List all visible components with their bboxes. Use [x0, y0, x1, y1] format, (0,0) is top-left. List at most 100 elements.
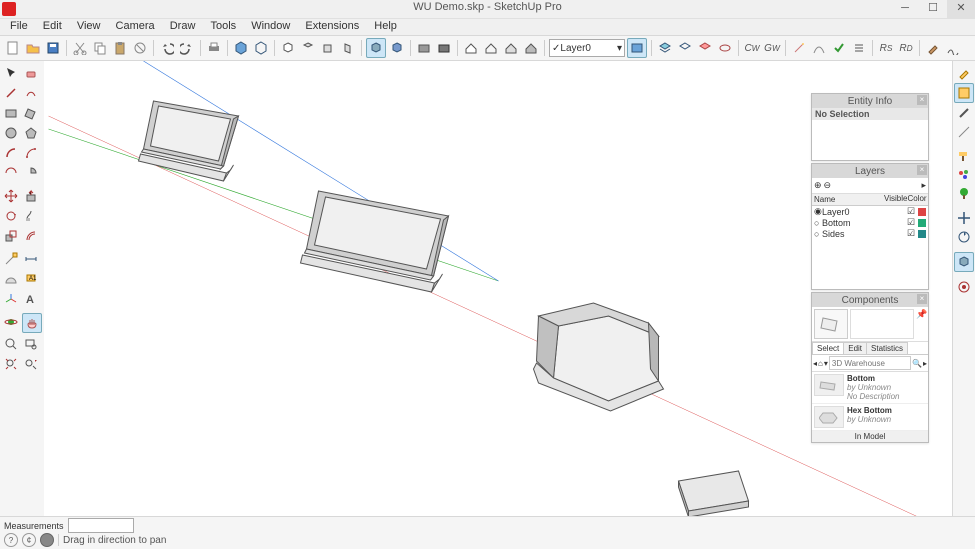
tape-icon[interactable]	[2, 250, 20, 268]
line-icon[interactable]	[2, 84, 20, 102]
layers3-icon[interactable]	[696, 39, 714, 57]
cube-icon[interactable]	[954, 252, 974, 272]
house4-icon[interactable]	[522, 39, 540, 57]
pencil-alt-icon[interactable]	[955, 64, 973, 82]
followme-icon[interactable]	[22, 207, 40, 225]
print-icon[interactable]	[205, 39, 223, 57]
rotate-alt-icon[interactable]	[955, 228, 973, 246]
dimension-icon[interactable]	[22, 250, 40, 268]
menu-draw[interactable]: Draw	[164, 19, 202, 33]
component-item[interactable]: Bottomby UnknownNo Description	[812, 372, 928, 404]
rd-icon[interactable]: RD	[897, 39, 915, 57]
redo-icon[interactable]	[178, 39, 196, 57]
right-icon[interactable]	[339, 39, 357, 57]
user-icon[interactable]	[40, 533, 54, 547]
front-icon[interactable]	[319, 39, 337, 57]
layers-col-color[interactable]: Color	[906, 194, 928, 205]
undo-icon[interactable]	[158, 39, 176, 57]
component-icon[interactable]	[415, 39, 433, 57]
layers-close-icon[interactable]: ×	[917, 165, 927, 175]
text-icon[interactable]: A1	[22, 270, 40, 288]
scale-icon[interactable]	[2, 227, 20, 245]
components-close-icon[interactable]: ×	[917, 294, 927, 304]
iso-icon[interactable]	[279, 39, 297, 57]
check-icon[interactable]	[830, 39, 848, 57]
search-input[interactable]	[829, 356, 911, 370]
house3-icon[interactable]	[502, 39, 520, 57]
shaded-icon[interactable]	[366, 38, 386, 58]
menu-file[interactable]: File	[4, 19, 34, 33]
rotated-rect-icon[interactable]	[22, 104, 40, 122]
menu-edit[interactable]: Edit	[37, 19, 68, 33]
menu-camera[interactable]: Camera	[110, 19, 161, 33]
arc3-icon[interactable]	[2, 164, 20, 182]
axes-icon[interactable]	[2, 290, 20, 308]
layers-col-visible[interactable]: Visible	[884, 194, 906, 205]
previous-icon[interactable]	[22, 355, 40, 373]
layer-row[interactable]: ○Bottom☑	[812, 217, 928, 228]
house1-icon[interactable]	[462, 39, 480, 57]
zoom-window-icon[interactable]	[22, 335, 40, 353]
menu-view[interactable]: View	[71, 19, 107, 33]
tab-select[interactable]: Select	[812, 342, 844, 354]
search-icon[interactable]: 🔍	[912, 359, 922, 368]
search-menu-icon[interactable]: ▸	[923, 359, 927, 368]
tab-statistics[interactable]: Statistics	[866, 342, 908, 354]
sketch-icon[interactable]	[944, 39, 962, 57]
shaded-tex-icon[interactable]	[388, 39, 406, 57]
copy-icon[interactable]	[91, 39, 109, 57]
layer-manager-icon[interactable]	[627, 38, 647, 58]
tab-edit[interactable]: Edit	[843, 342, 867, 354]
layers2-icon[interactable]	[676, 39, 694, 57]
menu-help[interactable]: Help	[368, 19, 403, 33]
entity-info-close-icon[interactable]: ×	[917, 95, 927, 105]
orbit-icon[interactable]	[2, 313, 20, 331]
layers4-icon[interactable]	[716, 39, 734, 57]
open-icon[interactable]	[24, 39, 42, 57]
measurements-input[interactable]	[68, 518, 134, 533]
wand-icon[interactable]	[790, 39, 808, 57]
menu-tools[interactable]: Tools	[204, 19, 242, 33]
yellow-panel-icon[interactable]	[954, 83, 974, 103]
tree-icon[interactable]	[955, 185, 973, 203]
offset-icon[interactable]	[22, 227, 40, 245]
polygon-icon[interactable]	[22, 124, 40, 142]
layer-row[interactable]: ○Sides☑	[812, 228, 928, 239]
layers-menu-icon[interactable]: ▸	[921, 180, 926, 191]
cut-icon[interactable]	[71, 39, 89, 57]
pan-icon[interactable]	[22, 313, 42, 333]
rotate-icon[interactable]	[2, 207, 20, 225]
zoom-icon[interactable]	[2, 335, 20, 353]
select-icon[interactable]	[2, 64, 20, 82]
brush-icon[interactable]	[924, 39, 942, 57]
model-info-icon[interactable]	[232, 39, 250, 57]
pushpull-icon[interactable]	[22, 187, 40, 205]
eraser-icon[interactable]	[22, 64, 40, 82]
layers-col-name[interactable]: Name	[812, 194, 884, 205]
menu-extensions[interactable]: Extensions	[299, 19, 365, 33]
move-icon[interactable]	[2, 187, 20, 205]
rectangle-icon[interactable]	[2, 104, 20, 122]
layer-dropdown[interactable]: ✓ Layer0▾	[549, 39, 625, 57]
3dtext-icon[interactable]: A	[22, 290, 40, 308]
line-alt-icon[interactable]	[955, 123, 973, 141]
layer-color-swatch[interactable]	[918, 230, 926, 238]
rs-icon[interactable]: RS	[877, 39, 895, 57]
close-button[interactable]: ✕	[947, 0, 975, 18]
arc2-icon[interactable]	[22, 144, 40, 162]
top-icon[interactable]	[299, 39, 317, 57]
group-icon[interactable]	[435, 39, 453, 57]
components-footer[interactable]: In Model	[812, 431, 928, 442]
layer-row[interactable]: ◉Layer0☑	[812, 206, 928, 217]
add-layer-icon[interactable]: ⊕	[814, 180, 822, 191]
layers-icon[interactable]	[656, 39, 674, 57]
arc-icon[interactable]	[2, 144, 20, 162]
home-icon[interactable]: ⌂	[818, 359, 823, 368]
credits-icon[interactable]: ¢	[22, 533, 36, 547]
minimize-button[interactable]: ─	[891, 0, 919, 18]
palette-icon[interactable]	[955, 166, 973, 184]
layer-color-swatch[interactable]	[918, 208, 926, 216]
new-icon[interactable]	[4, 39, 22, 57]
target-icon[interactable]	[955, 278, 973, 296]
remove-layer-icon[interactable]: ⊖	[824, 180, 832, 191]
